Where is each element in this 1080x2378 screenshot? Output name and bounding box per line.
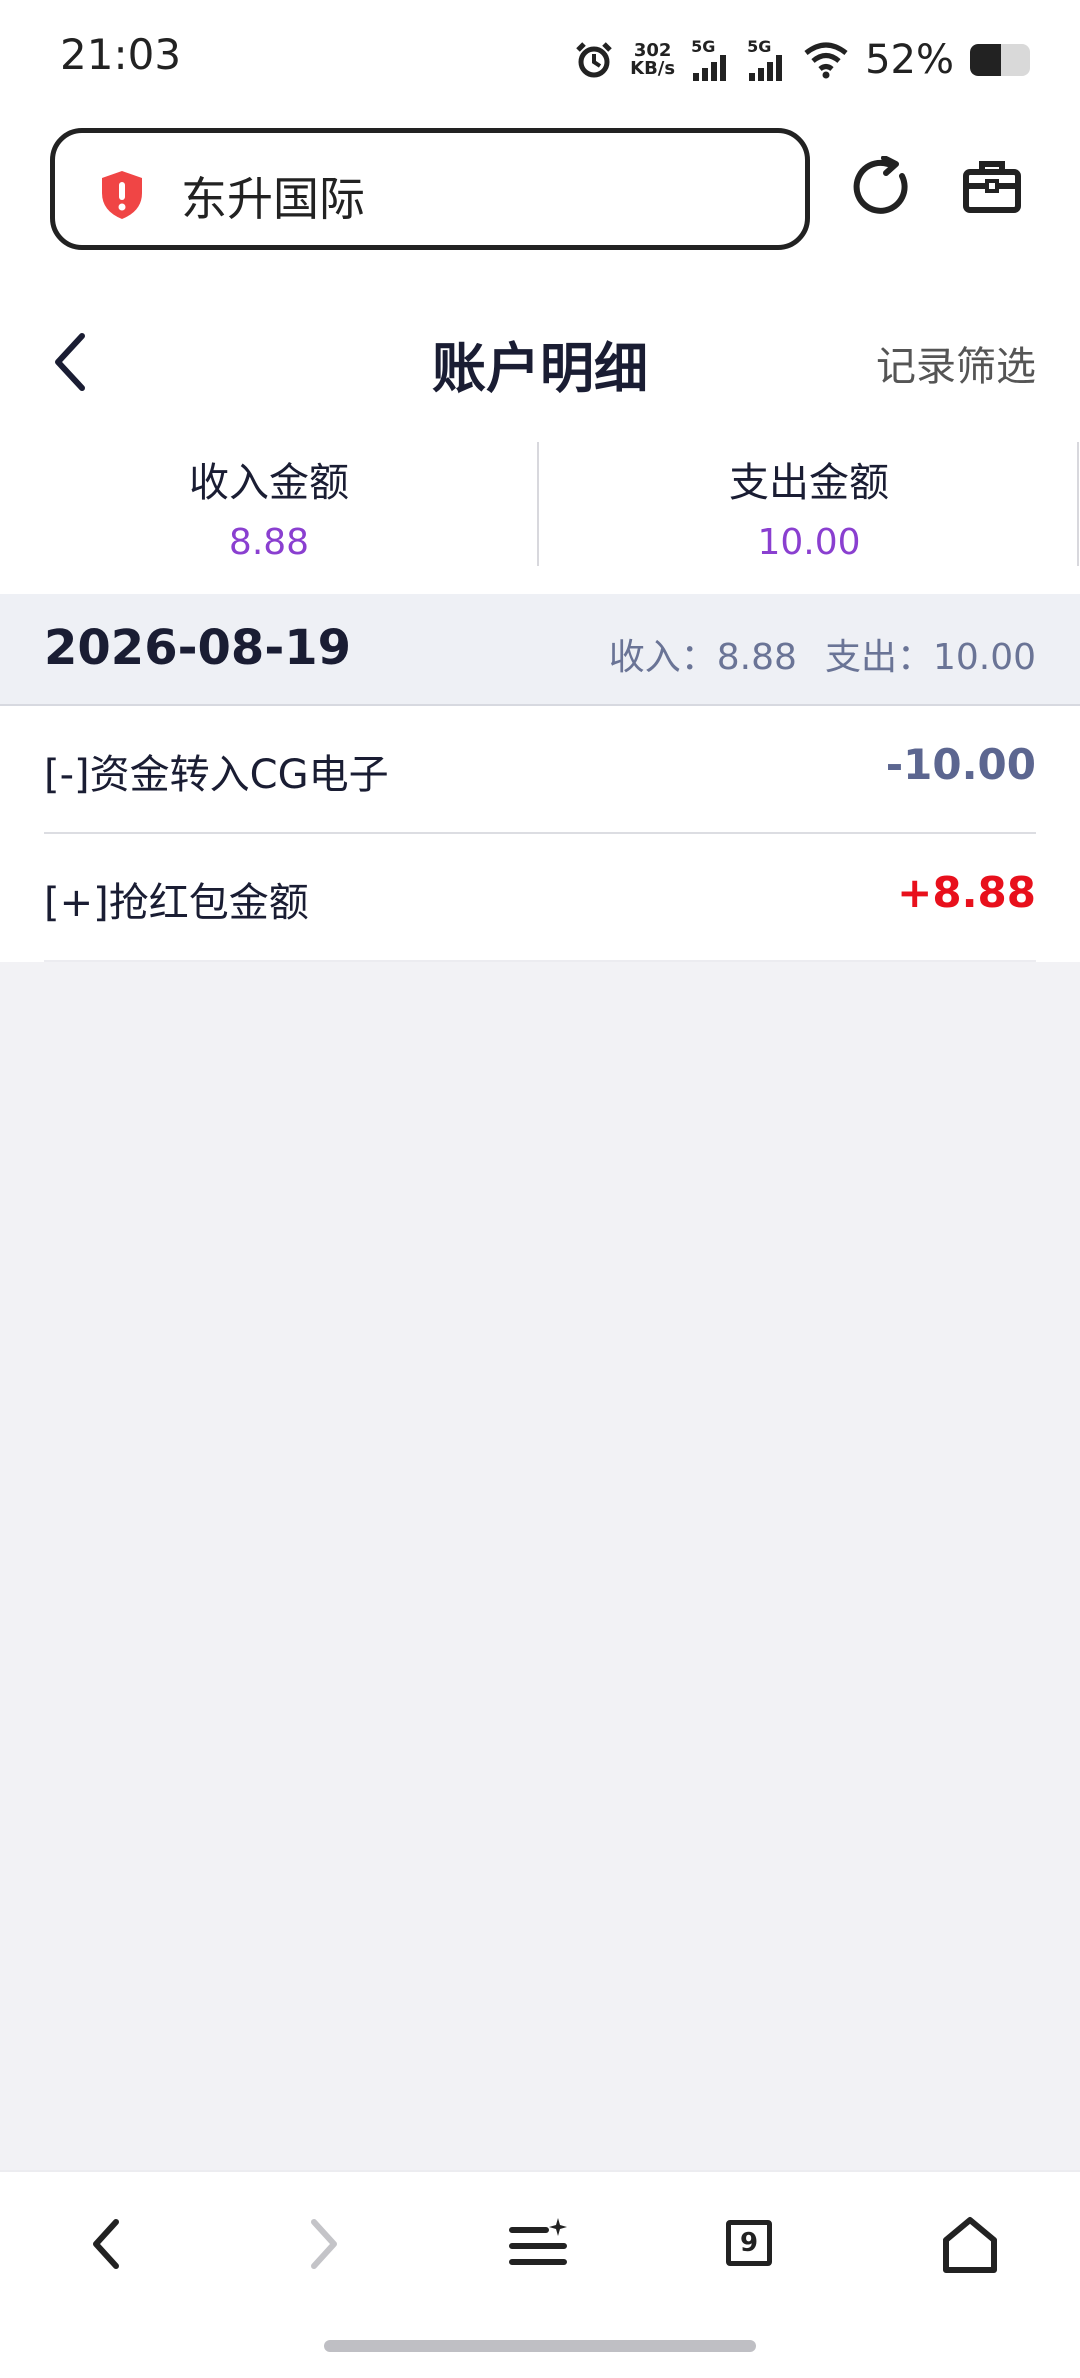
expense-value: 10.00	[757, 522, 861, 563]
toolbox-icon[interactable]	[962, 160, 1022, 214]
battery-icon	[970, 44, 1030, 76]
expense-label: 支出金额	[729, 460, 889, 506]
url-bar[interactable]: 东升国际	[50, 128, 810, 250]
menu-icon[interactable]	[508, 2216, 570, 2272]
income-label: 收入金额	[189, 460, 349, 506]
wifi-icon	[804, 42, 848, 79]
url-title: 东升国际	[181, 172, 365, 226]
status-time: 21:03	[60, 30, 182, 79]
group-expense: 支出：10.00	[824, 637, 1036, 678]
income-summary: 收入金额 8.88	[0, 438, 538, 568]
income-value: 8.88	[228, 522, 310, 563]
warning-shield-icon	[102, 171, 142, 219]
record-filter-button[interactable]: 记录筛选	[876, 334, 1036, 392]
net-speed-unit: KB/s	[630, 58, 676, 79]
alarm-icon	[576, 42, 612, 78]
sim2-label: 5G	[747, 37, 772, 56]
status-icons: 302 KB/s 5G 5G 52%	[574, 30, 1030, 90]
record-amount: +8.88	[897, 868, 1036, 917]
group-date: 2026-08-19	[44, 620, 352, 676]
list-item[interactable]: [+]抢红包金额 +8.88	[44, 834, 1036, 962]
battery-percent: 52%	[865, 37, 954, 83]
sim2-signal: 5G	[747, 39, 787, 81]
group-summary: 收入：8.88 支出：10.00	[609, 628, 1036, 680]
summary-divider	[1077, 442, 1079, 566]
sim1-signal: 5G	[691, 39, 731, 81]
expense-summary: 支出金额 10.00	[540, 438, 1078, 568]
browser-toolbar: 东升国际	[0, 118, 1080, 288]
record-amount: -10.00	[885, 740, 1036, 789]
group-income: 收入：8.88	[608, 637, 797, 678]
record-title: [-]资金转入CG电子	[44, 752, 389, 798]
tabs-icon[interactable]: 9	[726, 2220, 772, 2266]
record-list: [-]资金转入CG电子 -10.00 [+]抢红包金额 +8.88	[0, 706, 1080, 962]
list-item[interactable]: [-]资金转入CG电子 -10.00	[44, 706, 1036, 834]
sim1-label: 5G	[691, 37, 716, 56]
record-title: [+]抢红包金额	[44, 880, 309, 926]
back-icon[interactable]	[88, 2216, 124, 2272]
summary-divider	[537, 442, 539, 566]
page-header: 账户明细 记录筛选	[0, 288, 1080, 438]
signal-icon	[693, 55, 727, 81]
date-group-header: 2026-08-19 收入：8.88 支出：10.00	[0, 594, 1080, 706]
status-bar: 21:03 302 KB/s 5G 5G 52%	[0, 0, 1080, 118]
forward-icon[interactable]	[306, 2216, 342, 2272]
tab-count: 9	[739, 2228, 759, 2258]
summary-panel: 收入金额 8.88 支出金额 10.00	[0, 438, 1080, 594]
home-icon[interactable]	[940, 2216, 1000, 2274]
net-speed: 302 KB/s	[630, 42, 675, 78]
signal-icon	[749, 55, 783, 81]
home-indicator[interactable]	[324, 2340, 756, 2352]
reload-icon[interactable]	[852, 156, 914, 218]
